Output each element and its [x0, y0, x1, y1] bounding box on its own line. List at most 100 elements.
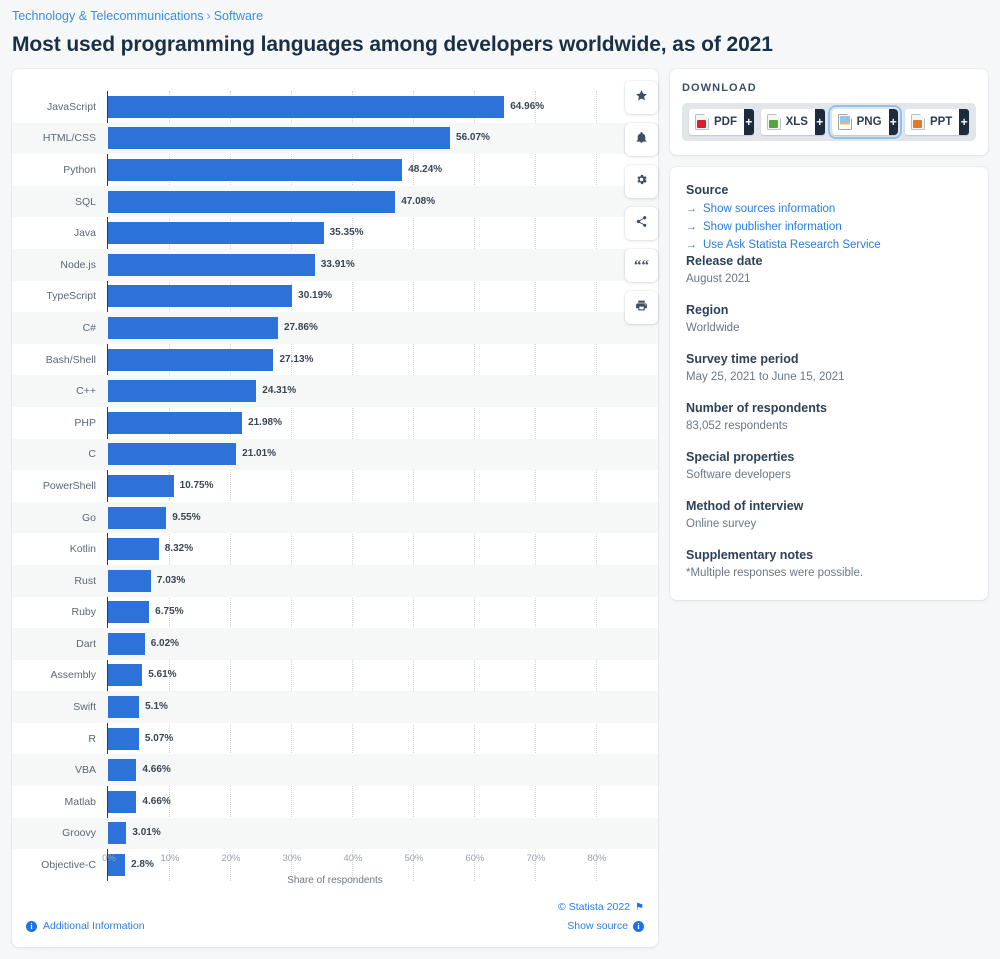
source-field-value: August 2021	[686, 271, 972, 288]
chart-bar[interactable]	[108, 664, 142, 686]
chart-bar[interactable]	[108, 285, 292, 307]
download-xls-button[interactable]: XLS+	[761, 109, 825, 135]
share-icon	[635, 215, 648, 233]
chart-bar[interactable]	[108, 475, 174, 497]
source-link[interactable]: → Show sources information	[686, 200, 972, 218]
chart-bar[interactable]	[108, 349, 273, 371]
source-field: Number of respondents83,052 respondents	[686, 401, 972, 435]
source-field-title: Release date	[686, 254, 972, 268]
chart-category-label: C++	[12, 385, 96, 397]
alert-button[interactable]	[625, 123, 658, 156]
chart-bar-value-label: 30.19%	[298, 290, 332, 302]
source-field: Survey time periodMay 25, 2021 to June 1…	[686, 352, 972, 386]
download-button-label: PDF	[714, 116, 737, 128]
chart-bar-value-label: 4.66%	[142, 764, 170, 776]
show-source-label: Show source	[567, 920, 628, 932]
download-png-button[interactable]: PNG +	[832, 109, 898, 135]
chart-bar[interactable]	[108, 538, 159, 560]
chart-bar-value-label: 21.98%	[248, 417, 282, 429]
chart-bar[interactable]	[108, 728, 139, 750]
download-options-toggle[interactable]: +	[815, 109, 825, 135]
chart-bar[interactable]	[108, 96, 504, 118]
chart-bar-row: Kotlin8.32%	[12, 533, 658, 565]
chart-category-label: R	[12, 733, 96, 745]
chart-bar[interactable]	[108, 443, 236, 465]
chart-bar-value-label: 8.32%	[165, 543, 193, 555]
chart-category-label: C#	[12, 322, 96, 334]
chart-bar-row: Swift5.1%	[12, 691, 658, 723]
chart-bar-row: SQL 47.08%	[12, 186, 658, 218]
chart-category-label: Go	[12, 512, 96, 524]
arrow-right-icon: →	[686, 236, 697, 254]
source-field: RegionWorldwide	[686, 303, 972, 337]
chart-bar[interactable]	[108, 412, 242, 434]
chart-bar-row: R5.07%	[12, 723, 658, 755]
source-field: Supplementary notes*Multiple responses w…	[686, 548, 972, 582]
chart-bar[interactable]	[108, 791, 136, 813]
chart-bar-row: Ruby6.75%	[12, 597, 658, 629]
arrow-right-icon: →	[686, 200, 697, 218]
download-panel-title: DOWNLOAD	[682, 82, 976, 94]
chart-category-label: VBA	[12, 764, 96, 776]
source-link[interactable]: →Use Ask Statista Research Service	[686, 236, 972, 254]
breadcrumb-item-software[interactable]: Software	[214, 9, 263, 23]
chart-x-tick-label: 70%	[526, 853, 545, 865]
favorite-button[interactable]	[625, 81, 658, 114]
chart-x-tick-label: 60%	[465, 853, 484, 865]
chart-category-label: Matlab	[12, 796, 96, 808]
download-options-toggle[interactable]: +	[744, 109, 754, 135]
breadcrumb-item-industry[interactable]: Technology & Telecommunications	[12, 9, 204, 23]
chart-bar[interactable]	[108, 127, 450, 149]
source-field-title: Region	[686, 303, 972, 317]
chart-bar[interactable]	[108, 222, 324, 244]
source-link[interactable]: →Show publisher information	[686, 218, 972, 236]
source-link-label: Show sources information	[703, 200, 835, 218]
chart-bar[interactable]	[108, 380, 256, 402]
additional-information-link[interactable]: i Additional Information	[26, 920, 145, 932]
settings-button[interactable]	[625, 165, 658, 198]
chart-bar-row: TypeScript30.19%	[12, 281, 658, 313]
chart-bar-row: C#27.86%	[12, 312, 658, 344]
download-button-label: PNG	[857, 116, 882, 128]
chart-bar-value-label: 9.55%	[172, 512, 200, 524]
download-options-toggle[interactable]: +	[889, 109, 898, 135]
chart-bar[interactable]	[108, 601, 149, 623]
share-button[interactable]	[625, 207, 658, 240]
chart-bar-row: Java35.35%	[12, 217, 658, 249]
download-options-toggle[interactable]: +	[959, 109, 969, 135]
chart-bar-row: JavaScript64.96%	[12, 91, 658, 123]
chart-x-tick-label: 20%	[221, 853, 240, 865]
page-header: Technology & Telecommunications›Software…	[0, 0, 1000, 58]
print-button[interactable]	[625, 291, 658, 324]
chart-bar-value-label: 33.91%	[321, 259, 355, 271]
info-icon: i	[26, 921, 37, 932]
source-field-title: Special properties	[686, 450, 972, 464]
chart-bar[interactable]	[108, 696, 139, 718]
source-field: Release date August 2021	[686, 254, 972, 288]
chart-bar[interactable]	[108, 570, 151, 592]
chart-bar[interactable]	[108, 159, 402, 181]
chart-bar[interactable]	[108, 822, 126, 844]
download-ppt-button[interactable]: PPT+	[905, 109, 969, 135]
chart-bar[interactable]	[108, 759, 136, 781]
cite-button[interactable]: ““	[625, 249, 658, 282]
chart-bar-value-label: 47.08%	[401, 196, 435, 208]
chart-x-tick-label: 0%	[102, 853, 116, 865]
chart-bar[interactable]	[108, 254, 315, 276]
chart-bar[interactable]	[108, 191, 395, 213]
chart-bar[interactable]	[108, 633, 145, 655]
breadcrumb: Technology & Telecommunications›Software	[12, 8, 988, 24]
chart-bar[interactable]	[108, 507, 166, 529]
source-links: → Show sources information→Show publisher…	[686, 200, 972, 254]
chart-category-label: SQL	[12, 196, 96, 208]
chart-bar-value-label: 6.75%	[155, 606, 183, 618]
chart-x-tick-label: 30%	[282, 853, 301, 865]
chart-bar[interactable]	[108, 317, 278, 339]
source-section-title: Source	[686, 183, 972, 197]
download-pdf-button[interactable]: PDF +	[689, 109, 754, 135]
show-source-link[interactable]: Show source i	[567, 920, 644, 932]
chart-bar-value-label: 5.61%	[148, 669, 176, 681]
chart-plot-area: JavaScript64.96%HTML/CSS56.07%Python48.2…	[12, 91, 658, 881]
chart-category-label: HTML/CSS	[12, 132, 96, 144]
source-field-value: Online survey	[686, 516, 972, 533]
